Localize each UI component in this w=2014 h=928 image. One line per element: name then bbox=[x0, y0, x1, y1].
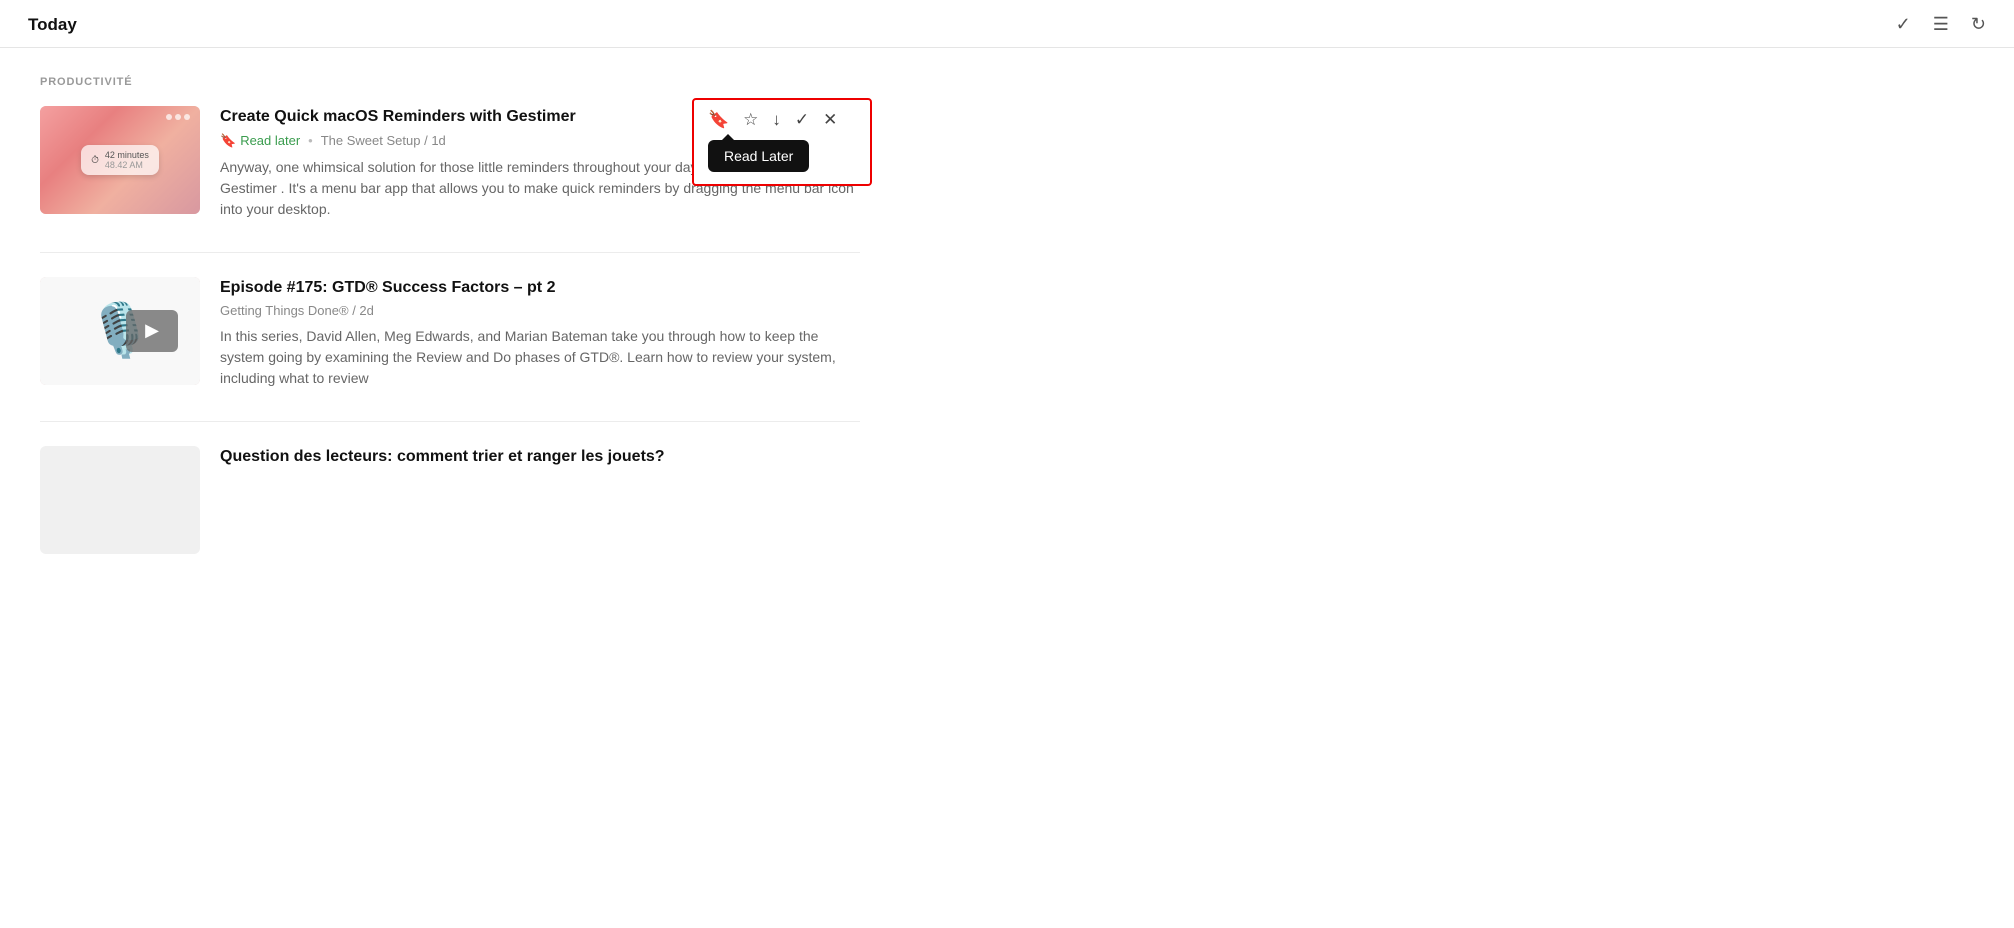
article-body: Question des lecteurs: comment trier et … bbox=[220, 446, 860, 473]
app-header: Today ✓ ☰ ↻ bbox=[0, 0, 2014, 48]
refresh-icon[interactable]: ↻ bbox=[1971, 14, 1986, 35]
placeholder-thumbnail bbox=[40, 446, 200, 554]
article-source: Getting Things Done® / 2d bbox=[220, 303, 374, 318]
article-title[interactable]: Episode #175: GTD® Success Factors – pt … bbox=[220, 277, 860, 299]
read-later-tooltip: Read Later bbox=[708, 140, 809, 172]
article-source: The Sweet Setup / 1d bbox=[321, 133, 446, 148]
article-title[interactable]: Question des lecteurs: comment trier et … bbox=[220, 446, 860, 468]
page-title: Today bbox=[28, 15, 77, 35]
gestimer-widget: ⏱ 42 minutes48.42 AM bbox=[81, 145, 159, 175]
article-thumbnail: ⏱ 42 minutes48.42 AM bbox=[40, 106, 200, 214]
read-later-label: Read later bbox=[240, 133, 300, 148]
article-body: Episode #175: GTD® Success Factors – pt … bbox=[220, 277, 860, 390]
article-item: 🎙️ ▶ Episode #175: GTD® Success Factors … bbox=[40, 277, 860, 390]
action-toolbar: 🔖 ☆ ↓ ✓ ✕ Read Later bbox=[692, 98, 872, 186]
header-actions: ✓ ☰ ↻ bbox=[1896, 14, 1986, 35]
toolbar-star-icon[interactable]: ☆ bbox=[743, 110, 758, 130]
play-icon[interactable]: ▶ bbox=[126, 310, 178, 352]
article-body: Create Quick macOS Reminders with Gestim… bbox=[220, 106, 860, 220]
toolbar-bookmark-icon[interactable]: 🔖 bbox=[708, 110, 729, 130]
meta-separator: • bbox=[308, 133, 313, 148]
article-meta: Getting Things Done® / 2d bbox=[220, 303, 860, 318]
article-item: Question des lecteurs: comment trier et … bbox=[40, 446, 860, 554]
article-thumbnail: 🎙️ ▶ bbox=[40, 277, 200, 385]
bookmark-icon: 🔖 bbox=[220, 133, 236, 149]
article-excerpt: In this series, David Allen, Meg Edwards… bbox=[220, 326, 860, 389]
toolbar-close-icon[interactable]: ✕ bbox=[823, 110, 837, 130]
article-item: ⏱ 42 minutes48.42 AM Create Quick macOS … bbox=[40, 106, 860, 220]
list-icon[interactable]: ☰ bbox=[1933, 14, 1949, 35]
divider bbox=[40, 252, 860, 253]
podcast-thumbnail: 🎙️ ▶ bbox=[40, 277, 200, 385]
divider bbox=[40, 421, 860, 422]
gestimer-thumbnail: ⏱ 42 minutes48.42 AM bbox=[40, 106, 200, 214]
section-label: PRODUCTIVITÉ bbox=[40, 76, 860, 88]
read-later-link[interactable]: 🔖 Read later bbox=[220, 133, 300, 149]
article-thumbnail bbox=[40, 446, 200, 554]
check-icon[interactable]: ✓ bbox=[1896, 14, 1911, 35]
thumb-dots bbox=[166, 114, 190, 120]
toolbar-download-icon[interactable]: ↓ bbox=[772, 110, 781, 130]
main-content: PRODUCTIVITÉ ⏱ 42 minutes48.42 AM Create… bbox=[0, 48, 900, 554]
toolbar-icons: 🔖 ☆ ↓ ✓ ✕ bbox=[708, 110, 837, 130]
toolbar-check-icon[interactable]: ✓ bbox=[795, 110, 809, 130]
